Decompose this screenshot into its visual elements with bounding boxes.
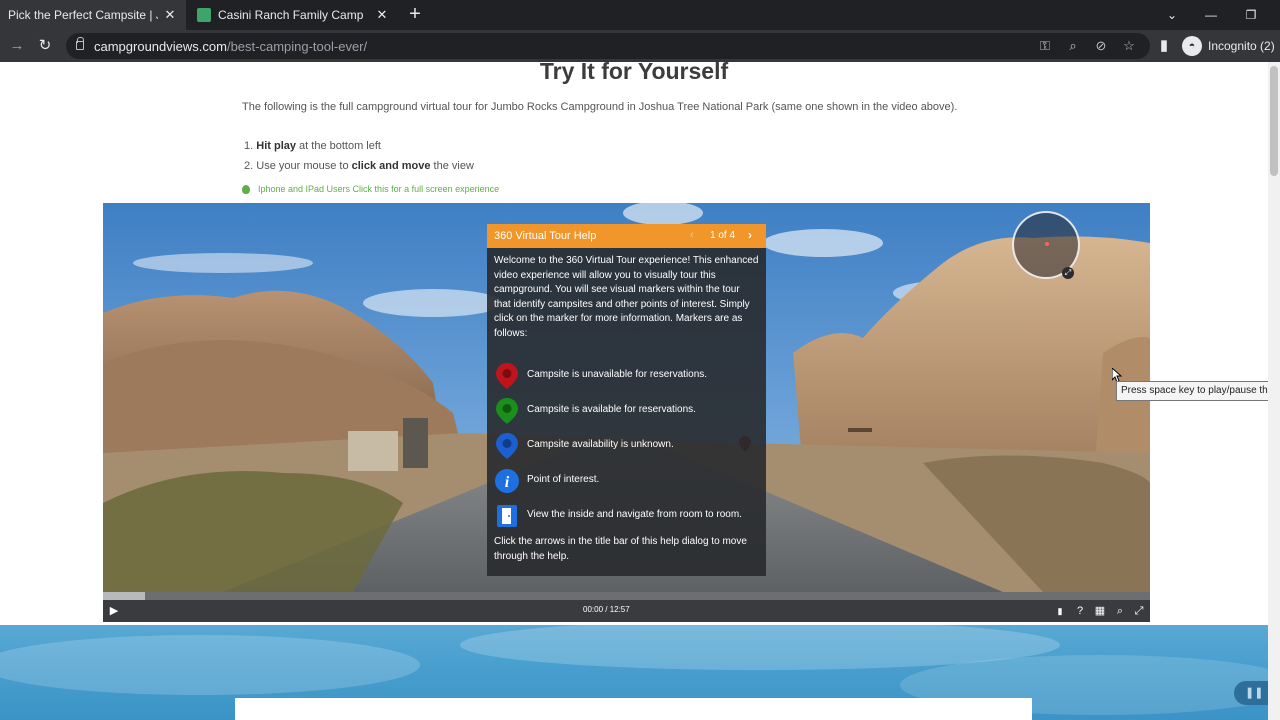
scrollbar-thumb[interactable] bbox=[1270, 66, 1278, 176]
forward-icon[interactable]: → bbox=[7, 36, 27, 56]
list-item: 2. Use your mouse to click and move the … bbox=[244, 160, 474, 172]
tab-search-icon[interactable]: ⌄ bbox=[1161, 4, 1183, 26]
minimap-position-icon bbox=[1045, 242, 1049, 246]
help-dialog: 360 Virtual Tour Help ‹ 1 of 4 › Welcome… bbox=[487, 224, 766, 576]
iphone-fullscreen-link[interactable]: Iphone and IPad Users Click this for a f… bbox=[242, 184, 499, 194]
side-panel-icon[interactable]: ▮ bbox=[1154, 36, 1174, 56]
time-display: 00:00 / 12:57 bbox=[583, 605, 630, 614]
tab-pick-campsite[interactable]: Pick the Perfect Campsite | Join n ✕ bbox=[0, 0, 186, 30]
tab-strip: Pick the Perfect Campsite | Join n ✕ Cas… bbox=[0, 0, 1280, 30]
help-title: 360 Virtual Tour Help bbox=[494, 230, 597, 242]
lock-icon bbox=[76, 37, 84, 50]
chevron-right-icon[interactable]: › bbox=[748, 228, 752, 242]
tour-minimap[interactable]: ⤢ bbox=[1012, 211, 1080, 279]
profile-label: Incognito (2) bbox=[1208, 39, 1275, 53]
incognito-profile[interactable]: ◓ Incognito (2) bbox=[1182, 36, 1275, 56]
new-tab-icon[interactable]: + bbox=[405, 4, 425, 25]
legend-row: i Point of interest. bbox=[494, 463, 759, 498]
help-title-bar: 360 Virtual Tour Help ‹ 1 of 4 › bbox=[487, 224, 766, 248]
intro-paragraph: The following is the full campground vir… bbox=[242, 101, 958, 113]
url-text: campgroundviews.com/best-camping-tool-ev… bbox=[94, 39, 368, 54]
buffer-indicator bbox=[103, 592, 145, 600]
green-marker-icon bbox=[494, 397, 520, 424]
bookmark-star-icon[interactable]: ☆ bbox=[1120, 37, 1138, 55]
eye-off-icon[interactable]: ⊘ bbox=[1092, 37, 1110, 55]
help-intro: Welcome to the 360 Virtual Tour experien… bbox=[494, 255, 759, 339]
svg-text:i: i bbox=[505, 474, 510, 491]
quality-icon[interactable]: ▮ bbox=[1052, 603, 1068, 619]
instructions-list: 1. Hit play at the bottom left 2. Use yo… bbox=[244, 139, 474, 179]
play-pause-tooltip: Press space key to play/pause the v bbox=[1116, 381, 1280, 401]
door-icon bbox=[494, 503, 520, 529]
campground-link[interactable]: Jumbo Rocks Campground in Joshua Tree Na… bbox=[491, 101, 769, 113]
search-icon[interactable]: ⌕ bbox=[1112, 603, 1128, 619]
legend-row: Campsite is unavailable for reservations… bbox=[494, 358, 759, 393]
list-item: 1. Hit play at the bottom left bbox=[244, 140, 381, 152]
zoom-icon[interactable]: ⌕ bbox=[1064, 37, 1082, 55]
restore-icon[interactable]: ❐ bbox=[1240, 4, 1262, 26]
help-pager: 1 of 4 bbox=[710, 230, 736, 241]
reload-icon[interactable]: ↻ bbox=[35, 36, 55, 56]
apple-icon bbox=[242, 184, 250, 194]
campground-favicon-icon bbox=[197, 8, 211, 22]
tab-title: Casini Ranch Family Campground bbox=[218, 8, 363, 22]
legend-row: Campsite availability is unknown. bbox=[494, 428, 759, 463]
page-title: Try It for Yourself bbox=[539, 58, 729, 84]
player-controls: ▶ 00:00 / 12:57 ▮ ? ▦ ⌕ ⤢ bbox=[103, 600, 1150, 622]
incognito-icon: ◓ bbox=[1182, 36, 1202, 56]
address-bar[interactable]: campgroundviews.com/best-camping-tool-ev… bbox=[66, 33, 1150, 59]
play-icon[interactable]: ▶ bbox=[106, 603, 122, 619]
fullscreen-icon[interactable]: ⤢ bbox=[1131, 603, 1147, 619]
key-icon[interactable]: ⚿ bbox=[1036, 37, 1054, 55]
help-footer: Click the arrows in the title bar of thi… bbox=[494, 536, 747, 562]
expand-map-icon[interactable]: ⤢ bbox=[1062, 267, 1074, 279]
help-icon[interactable]: ? bbox=[1072, 603, 1088, 619]
blue-marker-icon bbox=[494, 432, 520, 459]
marker-legend: Campsite is unavailable for reservations… bbox=[487, 358, 766, 533]
close-tab-icon[interactable]: ✕ bbox=[162, 7, 178, 23]
calendar-icon[interactable]: ▦ bbox=[1092, 603, 1108, 619]
legend-row: Campsite is available for reservations. bbox=[494, 393, 759, 428]
mouse-cursor-icon bbox=[1112, 368, 1122, 382]
chevron-left-icon[interactable]: ‹ bbox=[690, 229, 694, 241]
legend-row: View the inside and navigate from room t… bbox=[494, 498, 759, 533]
tab-title: Pick the Perfect Campsite | Join n bbox=[8, 8, 158, 22]
progress-bar[interactable] bbox=[103, 592, 1150, 600]
virtual-tour-player[interactable]: ⤢ 360 Virtual Tour Help ‹ 1 of 4 › Welco… bbox=[103, 203, 1150, 622]
minimize-icon[interactable]: — bbox=[1200, 4, 1222, 26]
close-tab-icon[interactable]: ✕ bbox=[374, 7, 390, 23]
tab-casini-ranch[interactable]: Casini Ranch Family Campground ✕ bbox=[188, 0, 398, 30]
info-icon: i bbox=[494, 468, 520, 494]
red-marker-icon bbox=[494, 362, 520, 389]
content-card bbox=[235, 698, 1032, 720]
